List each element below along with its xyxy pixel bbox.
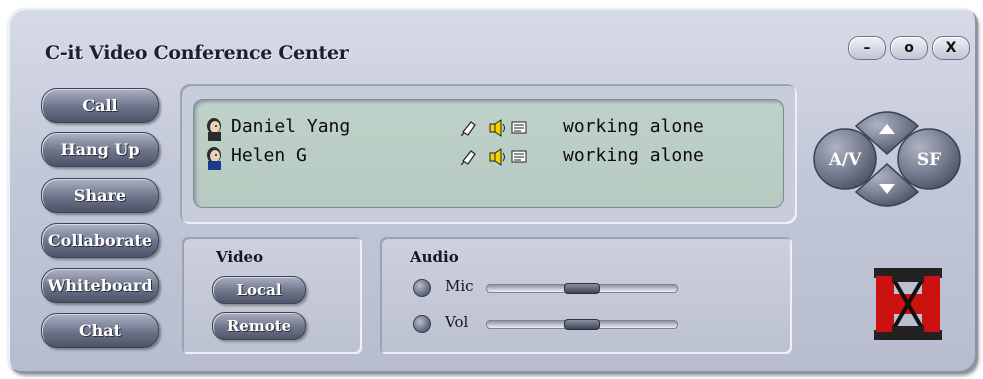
close-button[interactable]: X <box>932 36 970 60</box>
audio-panel-title: Audio <box>410 248 459 266</box>
av-label: A/V <box>828 150 862 170</box>
call-button[interactable]: Call <box>41 88 159 123</box>
local-video-button[interactable]: Local <box>212 276 306 304</box>
user-avatar-icon <box>203 146 225 170</box>
speaker-icon <box>489 148 505 166</box>
user-avatar-icon <box>203 117 225 141</box>
participant-status: working alone <box>563 145 704 166</box>
participant-media-icons <box>460 118 551 138</box>
chat-button[interactable]: Chat <box>41 313 159 348</box>
participant-row[interactable]: Helen G working alone <box>203 145 763 170</box>
vol-label: Vol <box>445 313 469 331</box>
share-button[interactable]: Share <box>41 178 159 213</box>
remote-video-button[interactable]: Remote <box>212 312 306 340</box>
whiteboard-button[interactable]: Whiteboard <box>41 268 159 303</box>
mic-label: Mic <box>445 277 474 295</box>
participant-media-icons <box>460 147 551 167</box>
sf-label: SF <box>917 150 941 170</box>
restore-button[interactable]: o <box>890 36 928 60</box>
video-icon <box>511 150 527 163</box>
participant-row[interactable]: Daniel Yang working alone <box>203 116 763 141</box>
participant-status: working alone <box>563 116 704 137</box>
phone-icon <box>460 121 476 137</box>
video-panel-title: Video <box>216 248 264 266</box>
mic-indicator-icon[interactable] <box>413 279 431 297</box>
window-controls: – o X <box>848 36 972 60</box>
participant-name: Helen G <box>231 145 307 166</box>
directional-pad: A/V SF <box>813 111 961 207</box>
minimize-button[interactable]: – <box>848 36 886 60</box>
collaborate-button[interactable]: Collaborate <box>41 223 159 258</box>
participant-name: Daniel Yang <box>231 116 351 137</box>
speaker-icon <box>489 119 505 137</box>
window-title: C-it Video Conference Center <box>45 42 349 64</box>
vol-slider-thumb[interactable] <box>564 319 600 330</box>
vol-indicator-icon[interactable] <box>413 315 431 333</box>
app-logo-icon <box>874 268 942 340</box>
video-icon <box>511 121 527 134</box>
av-button[interactable]: A/V <box>813 128 877 190</box>
mic-slider-thumb[interactable] <box>564 283 600 294</box>
phone-icon <box>460 150 476 166</box>
hang-up-button[interactable]: Hang Up <box>41 132 159 167</box>
sf-button[interactable]: SF <box>897 128 961 190</box>
